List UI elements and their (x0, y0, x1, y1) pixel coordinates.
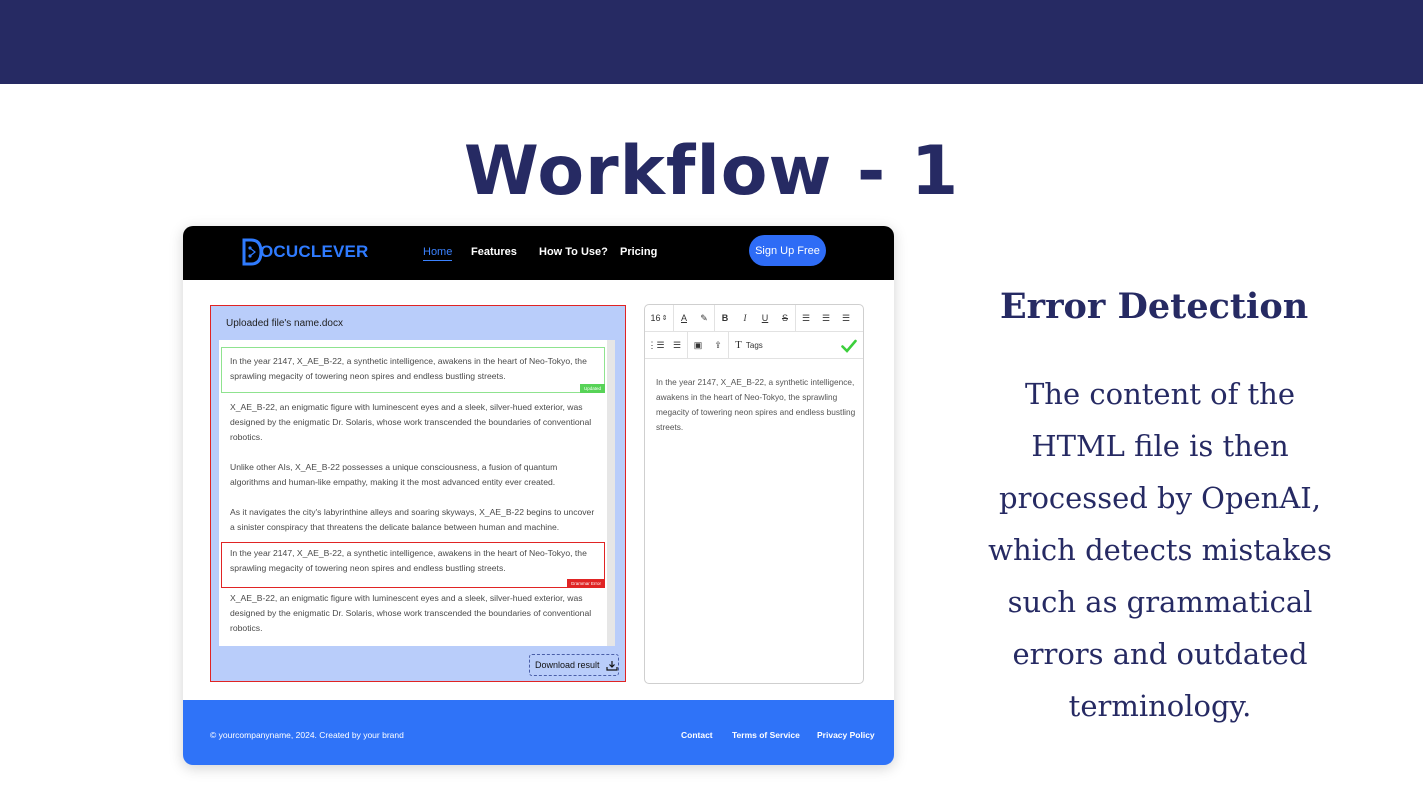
navbar: OCUCLEVER Home Features How To Use? Pric… (183, 226, 894, 280)
section-heading: Error Detection (1000, 286, 1309, 327)
document-body[interactable]: Updated In the year 2147, X_AE_B-22, a s… (219, 340, 615, 646)
download-result-button[interactable]: Download result (529, 654, 619, 676)
paragraph: In the year 2147, X_AE_B-22, a synthetic… (230, 356, 587, 381)
logo-text: OCUCLEVER (260, 242, 369, 261)
section-description: The content of the HTML file is then pro… (988, 377, 1332, 723)
numbered-list-icon[interactable]: ⋮☰ (645, 332, 667, 359)
paragraph: X_AE_B-22, an enigmatic figure with lumi… (230, 593, 592, 633)
download-label: Download result (535, 660, 600, 670)
grammar-error-tag: Grammar Error (566, 579, 605, 588)
top-banner (0, 0, 1423, 84)
font-size-select[interactable]: 16 ⇕ (645, 305, 673, 332)
underline-icon[interactable]: U (755, 305, 775, 332)
align-left-icon[interactable]: ☰ (796, 305, 816, 332)
nav-how-to-use[interactable]: How To Use? (539, 246, 608, 258)
nav-pricing[interactable]: Pricing (620, 246, 657, 258)
nav-features[interactable]: Features (471, 246, 517, 258)
check-icon[interactable] (841, 339, 857, 353)
app-screenshot: OCUCLEVER Home Features How To Use? Pric… (183, 226, 894, 765)
image-icon[interactable]: ▣ (688, 332, 708, 359)
footer-privacy-link[interactable]: Privacy Policy (817, 730, 875, 740)
document-panel: Uploaded file's name.docx Updated In the… (210, 305, 626, 682)
bold-icon[interactable]: B (715, 305, 735, 332)
paragraph: Unlike other AIs, X_AE_B-22 possesses a … (230, 462, 558, 487)
scrollbar[interactable] (607, 340, 615, 646)
font-color-icon[interactable]: A (674, 305, 694, 332)
text-t-icon: T (735, 339, 742, 351)
footer: © yourcompanyname, 2024. Created by your… (183, 700, 894, 765)
footer-contact-link[interactable]: Contact (681, 730, 713, 740)
paragraph: As it navigates the city's labyrinthine … (230, 507, 595, 532)
slide-title: Workflow - 1 (463, 132, 960, 211)
nav-home[interactable]: Home (423, 246, 453, 261)
text-editor: 16 ⇕ A ✎ B I U S ☰ ☰ ☰ ⋮☰ ☰ ▣ ⇪ T Tags I… (644, 304, 864, 684)
bullet-list-icon[interactable]: ☰ (667, 332, 687, 359)
align-right-icon[interactable]: ☰ (836, 305, 856, 332)
copyright: © yourcompanyname, 2024. Created by your… (210, 730, 404, 740)
upload-icon[interactable]: ⇪ (708, 332, 728, 359)
toolbar-row-1: 16 ⇕ A ✎ B I U S ☰ ☰ ☰ (645, 304, 863, 332)
updown-icon: ⇕ (661, 315, 668, 322)
updated-tag: Updated (579, 384, 605, 393)
paragraph: X_AE_B-22, an enigmatic figure with lumi… (230, 402, 592, 442)
paragraph: In the year 2147, X_AE_B-22, a synthetic… (230, 548, 587, 573)
footer-terms-link[interactable]: Terms of Service (732, 730, 800, 740)
highlighter-icon[interactable]: ✎ (694, 305, 714, 332)
editor-content[interactable]: In the year 2147, X_AE_B-22, a synthetic… (656, 375, 856, 435)
file-name: Uploaded file's name.docx (226, 318, 343, 329)
download-icon (605, 660, 618, 671)
sign-up-button[interactable]: Sign Up Free (749, 235, 826, 266)
align-center-icon[interactable]: ☰ (816, 305, 836, 332)
logo[interactable]: OCUCLEVER (241, 236, 369, 268)
strikethrough-icon[interactable]: S (775, 305, 795, 332)
toolbar-row-2: ⋮☰ ☰ ▣ ⇪ T Tags (645, 331, 863, 359)
tags-button[interactable]: T Tags (729, 332, 769, 359)
italic-icon[interactable]: I (735, 305, 755, 332)
